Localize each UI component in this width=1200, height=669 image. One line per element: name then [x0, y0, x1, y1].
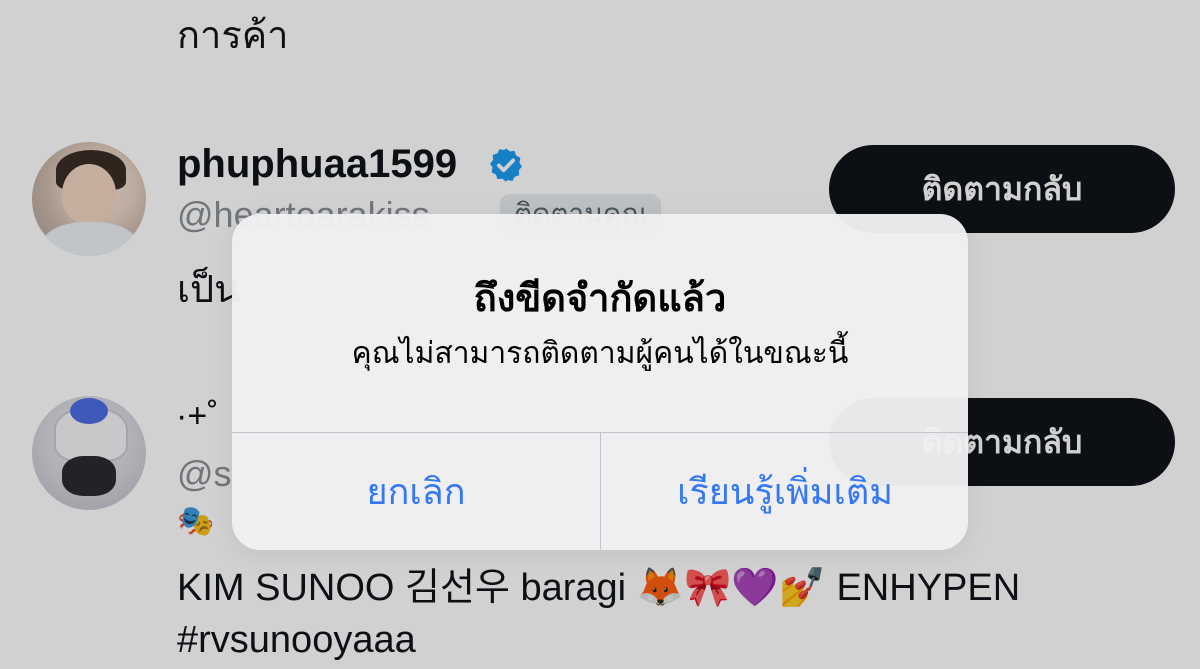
- alert-title: ถึงขีดจำกัดแล้ว: [473, 278, 727, 320]
- limit-reached-alert: ถึงขีดจำกัดแล้ว คุณไม่สามารถติดตามผู้คนไ…: [232, 214, 968, 550]
- cancel-button[interactable]: ยกเลิก: [232, 433, 600, 550]
- alert-message: คุณไม่สามารถติดตามผู้คนได้ในขณะนี้: [351, 337, 849, 370]
- learn-more-button[interactable]: เรียนรู้เพิ่มเติม: [601, 433, 968, 550]
